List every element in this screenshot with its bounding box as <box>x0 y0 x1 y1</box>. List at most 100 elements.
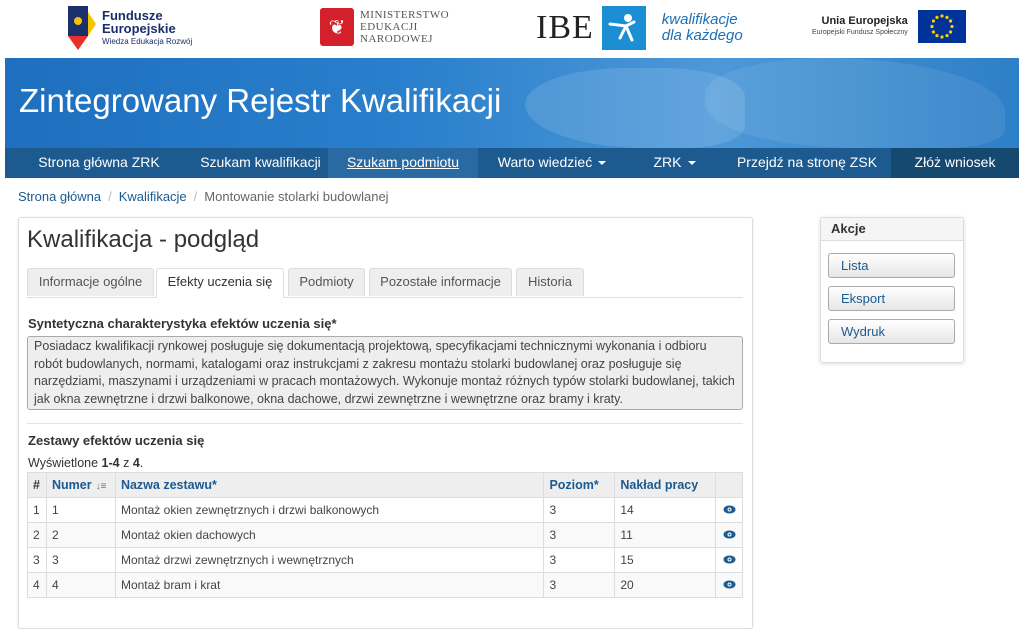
col-index: # <box>27 472 47 498</box>
qualification-panel: Kwalifikacja - podgląd Informacje ogólne… <box>18 217 753 629</box>
col-set-name[interactable]: Nazwa zestawu* <box>114 472 545 498</box>
eagle-icon: ❦ <box>320 8 354 46</box>
men-line1: MINISTERSTWO <box>360 9 450 21</box>
cell-workload: 14 <box>614 497 716 523</box>
results-prefix: Wyświetlone <box>28 456 102 470</box>
view-eye-icon[interactable] <box>715 522 743 548</box>
site-title: Zintegrowany Rejestr Kwalifikacji <box>19 82 502 119</box>
caret-down-icon <box>687 161 696 166</box>
cell-name: Montaż drzwi zewnętrznych i wewnętrznych <box>114 547 545 573</box>
col-level[interactable]: Poziom* <box>543 472 616 498</box>
tab-entities[interactable]: Podmioty <box>288 268 365 296</box>
col-workload[interactable]: Nakład pracy <box>614 472 716 498</box>
tab-bar: Informacje ogólne Efekty uczenia się Pod… <box>27 268 743 298</box>
cell-name: Montaż bram i krat <box>114 572 545 598</box>
nav-search-entity[interactable]: Szukam podmiotu <box>328 148 478 178</box>
men-line2: EDUKACJI <box>360 21 418 33</box>
results-mid: z <box>119 456 133 470</box>
nav-search-qualifications[interactable]: Szukam kwalifikacji <box>193 148 328 178</box>
page-title: Kwalifikacja - podgląd <box>27 226 260 253</box>
breadcrumb-sep: / <box>193 189 198 204</box>
cell-number: 1 <box>45 497 116 523</box>
cell-name: Montaż okien dachowych <box>114 522 545 548</box>
fe-line2: Europejskie <box>102 20 176 36</box>
col-actions <box>715 472 743 498</box>
table-row: 2 2 Montaż okien dachowych 3 11 <box>27 522 743 548</box>
results-total: 4 <box>132 456 140 470</box>
ibe-sub1: kwalifikacje <box>661 11 738 28</box>
ue-logo: Unia Europejska Europejski Fundusz Społe… <box>812 10 966 43</box>
synthetic-description-text: Posiadacz kwalifikacji rynkowej posługuj… <box>27 336 743 410</box>
cell-index: 3 <box>27 547 47 573</box>
table-row: 4 4 Montaż bram i krat 3 20 <box>27 572 743 598</box>
sets-title: Zestawy efektów uczenia się <box>28 433 205 448</box>
ibe-logo: IBE kwalifikacje dla każdego <box>536 6 743 50</box>
men-logo: ❦ MINISTERSTWO EDUKACJI NARODOWEJ <box>320 8 449 46</box>
fe-line1: Fundusze <box>102 7 163 23</box>
tab-other-info[interactable]: Pozostałe informacje <box>369 268 512 296</box>
view-eye-icon[interactable] <box>715 572 743 598</box>
sets-table: # Numer ↓≡ Nazwa zestawu* Poziom* Nakład … <box>27 472 743 598</box>
results-suffix: . <box>139 456 144 470</box>
cell-level: 3 <box>543 522 616 548</box>
cell-index: 2 <box>27 522 47 548</box>
breadcrumb-qualifications[interactable]: Kwalifikacje <box>119 189 187 204</box>
breadcrumb: Strona główna / Kwalifikacje / Montowanie st… <box>18 189 389 204</box>
cell-level: 3 <box>543 547 616 573</box>
cell-workload: 15 <box>614 547 716 573</box>
cell-name: Montaż okien zewnętrznych i drzwi balkon… <box>114 497 545 523</box>
caret-down-icon <box>598 161 607 166</box>
actions-panel: Akcje Lista Eksport Wydruk <box>820 217 964 363</box>
ue-line1: Unia Europejska <box>821 14 908 27</box>
list-button[interactable]: Lista <box>828 253 955 278</box>
ibe-sub2: dla każdego <box>661 27 743 44</box>
view-eye-icon[interactable] <box>715 547 743 573</box>
site-banner: Zintegrowany Rejestr Kwalifikacji <box>5 58 1019 148</box>
export-button[interactable]: Eksport <box>828 286 955 311</box>
cell-workload: 11 <box>614 522 716 548</box>
cell-number: 2 <box>45 522 116 548</box>
main-nav: Strona główna ZRK Szukam kwalifikacji Sz… <box>5 148 1019 178</box>
breadcrumb-sep: / <box>108 189 112 204</box>
synthetic-description-label: Syntetyczna charakterystyka efektów ucze… <box>28 316 337 331</box>
cell-index: 1 <box>27 497 47 523</box>
breadcrumb-current: Montowanie stolarki budowlanej <box>204 189 389 204</box>
cell-workload: 20 <box>614 572 716 598</box>
cell-index: 4 <box>27 572 47 598</box>
table-row: 1 1 Montaż okien zewnętrznych i drzwi ba… <box>27 497 743 523</box>
nav-worth-knowing-label: Warto wiedzieć <box>497 154 593 170</box>
print-button[interactable]: Wydruk <box>828 319 955 344</box>
results-range: 1-4 <box>101 456 120 470</box>
fe-mark-icon <box>68 6 96 50</box>
ue-line2: Europejski Fundusz Społeczny <box>812 28 908 36</box>
nav-zrk[interactable]: ZRK <box>626 148 723 178</box>
ibe-figure-icon <box>601 6 646 50</box>
cell-level: 3 <box>543 497 616 523</box>
cell-number: 4 <box>45 572 116 598</box>
nav-submit-application[interactable]: Złóż wniosek <box>891 148 1019 178</box>
nav-home[interactable]: Strona główna ZRK <box>5 148 193 178</box>
tab-learning-outcomes[interactable]: Efekty uczenia się <box>156 268 284 298</box>
cell-level: 3 <box>543 572 616 598</box>
col-number[interactable]: Numer ↓≡ <box>45 472 116 498</box>
table-row: 3 3 Montaż drzwi zewnętrznych i wewnętrz… <box>27 547 743 573</box>
view-eye-icon[interactable] <box>715 497 743 523</box>
partner-logos-bar: Fundusze Europejskie Wiedza Edukacja Roz… <box>0 0 1024 58</box>
nav-zrk-label: ZRK <box>653 154 682 170</box>
fundusze-europejskie-logo: Fundusze Europejskie Wiedza Edukacja Roz… <box>68 6 192 50</box>
tab-general-info[interactable]: Informacje ogólne <box>27 268 154 296</box>
eu-flag-icon <box>917 10 966 43</box>
ibe-text: IBE <box>536 9 594 46</box>
breadcrumb-home[interactable]: Strona główna <box>18 189 101 204</box>
cell-number: 3 <box>45 547 116 573</box>
actions-title: Akcje <box>821 218 963 241</box>
results-summary: Wyświetlone 1-4 z 4. <box>28 456 143 470</box>
sort-icon: ↓≡ <box>95 481 107 492</box>
men-line3: NARODOWEJ <box>360 33 433 45</box>
nav-zsk[interactable]: Przejdź na stronę ZSK <box>723 148 891 178</box>
tab-history[interactable]: Historia <box>516 268 584 296</box>
nav-worth-knowing[interactable]: Warto wiedzieć <box>478 148 626 178</box>
col-number-label: Numer <box>51 478 92 492</box>
fe-line3: Wiedza Edukacja Rozwój <box>102 36 193 46</box>
table-header-row: # Numer ↓≡ Nazwa zestawu* Poziom* Nakład … <box>27 472 743 498</box>
